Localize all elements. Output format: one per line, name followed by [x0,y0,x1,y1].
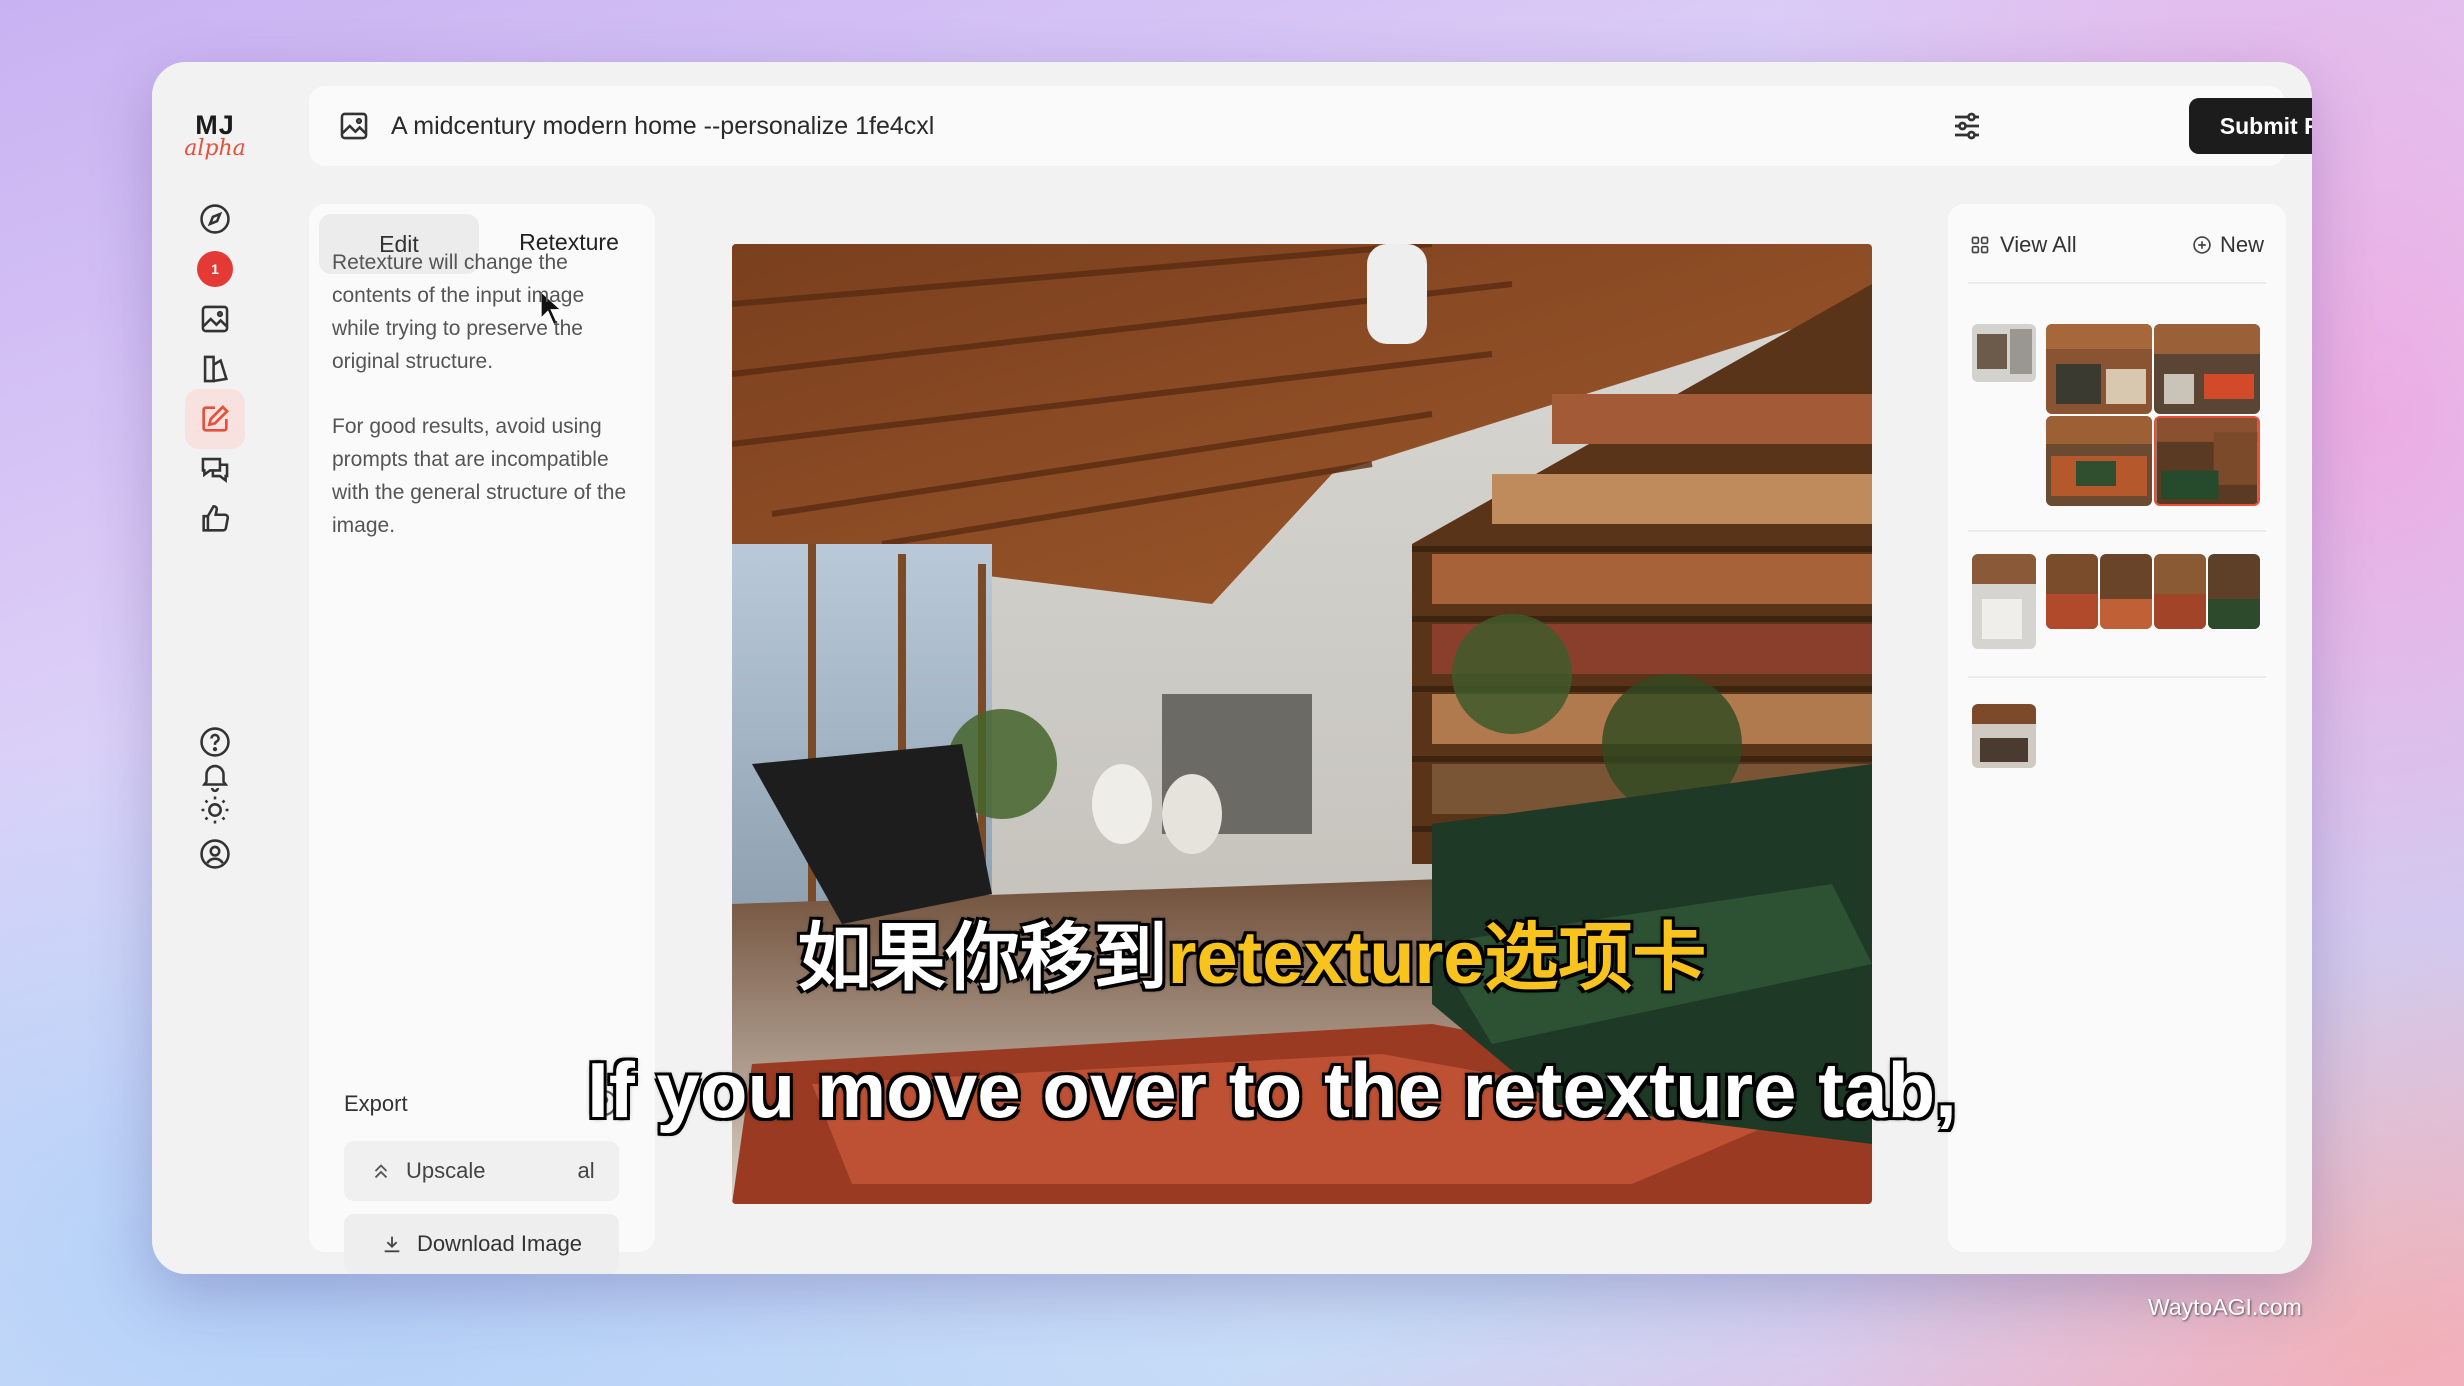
profile-button[interactable] [185,824,245,884]
subtitle-chinese-highlight: retexture选项卡 [1167,916,1707,999]
subtitle-chinese: 如果你移到retexture选项卡 [0,898,2464,1005]
chat-icon [201,457,229,483]
upscale-button[interactable]: Upscale al [344,1141,619,1201]
thumbnail-image [2046,324,2152,414]
sun-icon [201,796,229,824]
thumbnail-variant[interactable] [2046,416,2152,506]
thumbnail-source[interactable] [1972,324,2036,382]
thumbnail-variant[interactable] [2100,554,2152,629]
download-label: Download Image [416,1231,583,1256]
thumbnail-selected[interactable] [2154,416,2260,506]
thumbnail-image [2154,324,2260,414]
submit-retexture-button[interactable]: Submit Retexture [2189,98,2312,154]
divider [1968,676,2266,678]
retexture-description: Retexture will change the contents of th… [332,251,585,373]
image-icon [201,305,229,333]
thumbnail-image [2156,418,2258,504]
red-dot-icon: 1 [197,251,233,287]
retexture-tip: For good results, avoid using prompts th… [332,415,627,537]
thumbnail-image [2046,416,2152,506]
prompt-bar: A midcentury modern home --personalize 1… [309,86,2312,166]
sliders-icon[interactable] [1949,108,1985,144]
rank-button[interactable] [185,489,245,549]
compass-icon [200,204,230,234]
new-button[interactable]: New [2192,232,2264,258]
logo-mj: MJ [195,110,235,140]
upscale-label-suffix: al [577,1158,595,1183]
thumbnail-image [2046,554,2098,629]
folder-icon [203,355,228,383]
thumbs-up-icon [202,504,230,532]
thumbnail-image [2154,554,2206,629]
new-label: New [2219,232,2264,257]
user-icon [200,839,230,869]
thumbnail-image [1972,324,2036,382]
view-all-label: View All [2000,232,2077,257]
download-image-button[interactable]: Download Image [344,1214,619,1274]
thumbnail-source[interactable] [1972,704,2036,768]
thumbnail-variant[interactable] [2154,324,2260,414]
thumbnail-variant[interactable] [2208,554,2260,629]
thumbnail-variant[interactable] [2046,554,2098,629]
edit-icon [202,405,229,432]
divider [1968,282,2266,284]
thumbnail-variant[interactable] [2154,554,2206,629]
upscale-label: Upscale [406,1158,486,1183]
thumbnail-source[interactable] [1972,554,2036,649]
divider [1968,530,2266,532]
thumbnail-variant[interactable] [2046,324,2152,414]
logo-alpha: alpha [184,136,246,161]
watermark: WaytoAGI.com [2148,1294,2302,1320]
image-icon [340,112,368,140]
thumbnail-image [2100,554,2152,629]
view-all-button[interactable]: View All [1970,232,2077,258]
plus-circle-icon [2193,236,2211,254]
thumbnail-image [2208,554,2260,629]
subtitle-english: If you move over to the retexture tab, [587,1046,1957,1134]
logo[interactable]: MJ alpha [152,112,278,160]
chevrons-up-icon [374,1164,388,1179]
subtitle-chinese-prefix: 如果你移到 [797,916,1168,999]
prompt-input[interactable]: A midcentury modern home --personalize 1… [391,110,934,142]
thumbnail-image [1972,554,2036,649]
thumbnail-image [1972,704,2036,768]
download-icon [384,1236,400,1253]
grid-icon [1971,236,1989,254]
